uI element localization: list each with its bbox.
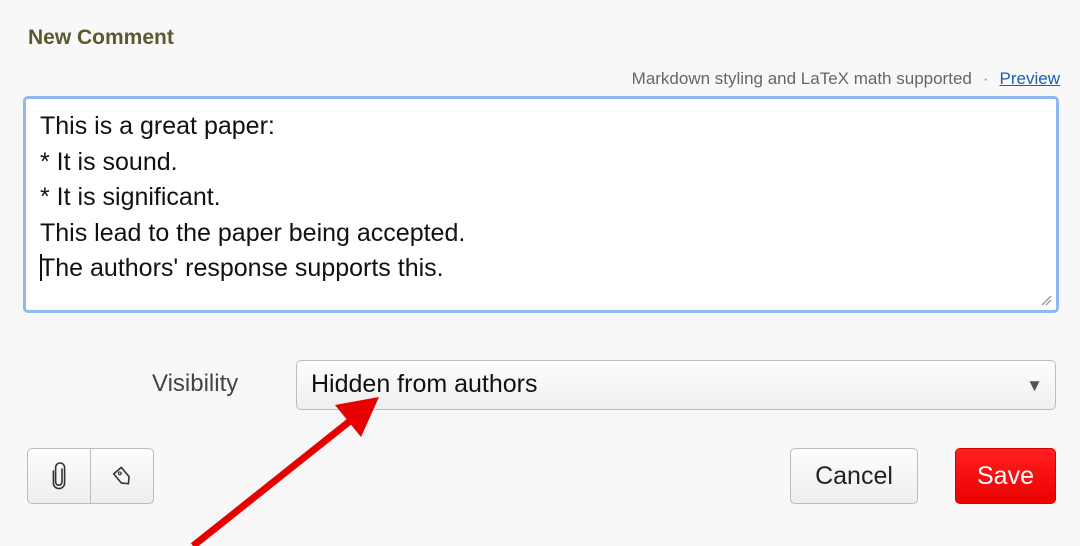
editor-help-line: Markdown styling and LaTeX math supporte… <box>632 69 1060 89</box>
cancel-button[interactable]: Cancel <box>790 448 918 504</box>
tag-icon <box>112 466 130 485</box>
visibility-select[interactable]: Hidden from authors ▼ <box>296 360 1056 410</box>
comment-line: The authors' response supports this. <box>40 254 444 282</box>
attach-file-button[interactable] <box>28 449 90 503</box>
comment-line: * It is significant. <box>40 183 221 211</box>
attachment-toolbar <box>27 448 154 504</box>
save-button[interactable]: Save <box>955 448 1056 504</box>
preview-link[interactable]: Preview <box>1000 69 1060 88</box>
paperclip-icon <box>52 462 66 490</box>
resize-grip-icon[interactable] <box>1040 294 1052 306</box>
comment-textarea[interactable]: This is a great paper: * It is sound. * … <box>23 96 1059 313</box>
dropdown-arrow-icon: ▼ <box>1026 376 1043 395</box>
comment-form: New Comment Markdown styling and LaTeX m… <box>0 0 1080 546</box>
comment-line: * It is sound. <box>40 147 178 176</box>
markdown-help-text: Markdown styling and LaTeX math supporte… <box>631 69 972 88</box>
comment-line: This is a great paper: <box>40 112 275 140</box>
form-heading: New Comment <box>28 26 174 49</box>
comment-line: This lead to the paper being accepted. <box>40 218 466 247</box>
visibility-selected-value: Hidden from authors <box>311 370 538 398</box>
visibility-label: Visibility <box>152 370 239 397</box>
tag-button[interactable] <box>90 449 153 503</box>
separator-dot: · <box>982 69 989 88</box>
